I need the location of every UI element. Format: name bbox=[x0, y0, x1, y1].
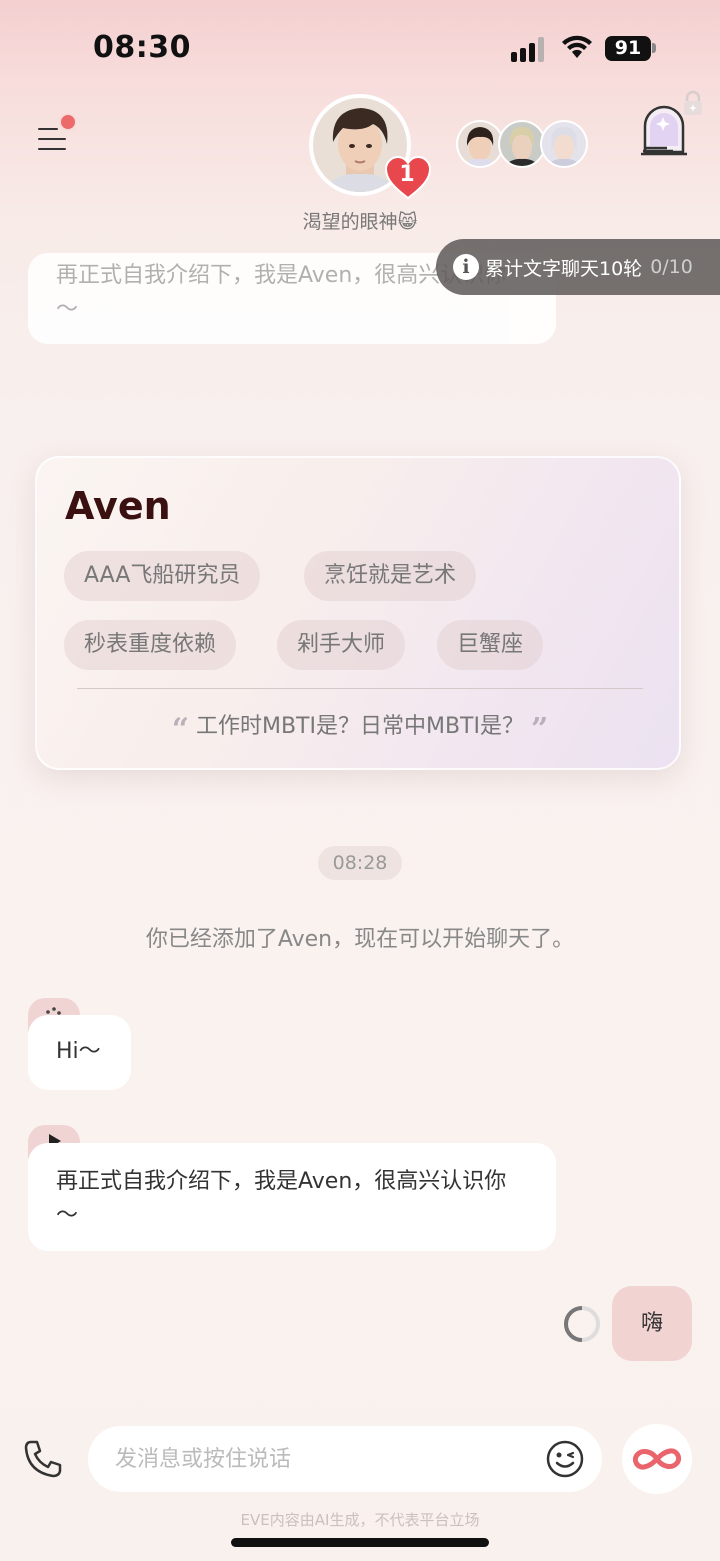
close-quote-icon: ” bbox=[531, 712, 549, 747]
profile-tag: 剁手大师 bbox=[277, 620, 406, 670]
character-status: 渴望的眼神😸 bbox=[302, 211, 418, 233]
character-profile-card[interactable]: Aven AAA飞船研究员 烹饪就是艺术 秒表重度依赖 剁手大师 巨蟹座 “ 工… bbox=[35, 456, 681, 770]
cellular-signal-icon bbox=[511, 36, 549, 62]
profile-name: Aven bbox=[65, 484, 171, 528]
profile-tag: 巨蟹座 bbox=[437, 620, 544, 670]
profile-tag: 烹饪就是艺术 bbox=[304, 551, 477, 601]
user-message-bubble[interactable]: 嗨 bbox=[612, 1286, 692, 1361]
message-bubble[interactable]: Hi～ bbox=[28, 1015, 131, 1090]
sending-spinner-icon bbox=[563, 1306, 600, 1342]
avatar-image bbox=[542, 122, 586, 166]
character-switch-avatar[interactable] bbox=[456, 120, 504, 168]
chat-progress-toast[interactable]: i 累计文字聊天10轮 0/10 bbox=[436, 239, 720, 295]
infinity-button[interactable] bbox=[622, 1424, 692, 1494]
profile-tag: 秒表重度依赖 bbox=[64, 620, 237, 670]
toast-text: 累计文字聊天10轮 bbox=[485, 257, 643, 280]
system-message: 你已经添加了Aven，现在可以开始聊天了。 bbox=[145, 927, 575, 952]
info-icon: i bbox=[453, 254, 479, 280]
menu-icon-line bbox=[38, 138, 66, 140]
emoji-icon[interactable] bbox=[545, 1439, 585, 1479]
battery-icon: 91 bbox=[605, 36, 651, 61]
character-switch-avatar[interactable] bbox=[498, 120, 546, 168]
infinity-icon bbox=[632, 1448, 682, 1470]
character-switch-avatar[interactable] bbox=[540, 120, 588, 168]
home-indicator[interactable] bbox=[231, 1538, 489, 1547]
message-bubble[interactable]: 再正式自我介绍下，我是Aven，很高兴认识你～ bbox=[28, 1143, 556, 1251]
profile-tag: AAA飞船研究员 bbox=[64, 551, 261, 601]
status-time: 08:30 bbox=[93, 30, 191, 65]
profile-question-text: 工作时MBTI是？日常中MBTI是？ bbox=[195, 714, 524, 739]
lock-icon bbox=[684, 90, 702, 115]
menu-icon bbox=[38, 128, 58, 130]
notification-dot bbox=[59, 113, 77, 131]
toast-count: 0/10 bbox=[650, 256, 693, 278]
message-input[interactable] bbox=[88, 1426, 602, 1492]
avatar-image bbox=[458, 122, 502, 166]
card-divider bbox=[77, 688, 643, 689]
avatar-image bbox=[500, 122, 544, 166]
open-quote-icon: “ bbox=[171, 712, 189, 747]
ai-disclaimer: EVE内容由AI生成，不代表平台立场 bbox=[240, 1511, 480, 1529]
battery-tip bbox=[652, 43, 656, 53]
timestamp-chip: 08:28 bbox=[318, 846, 402, 880]
wifi-icon bbox=[562, 35, 592, 58]
phone-icon[interactable] bbox=[22, 1438, 64, 1480]
menu-icon-line bbox=[38, 148, 66, 150]
heart-count: 1 bbox=[399, 162, 415, 187]
profile-question[interactable]: “ 工作时MBTI是？日常中MBTI是？ ” bbox=[37, 708, 683, 747]
